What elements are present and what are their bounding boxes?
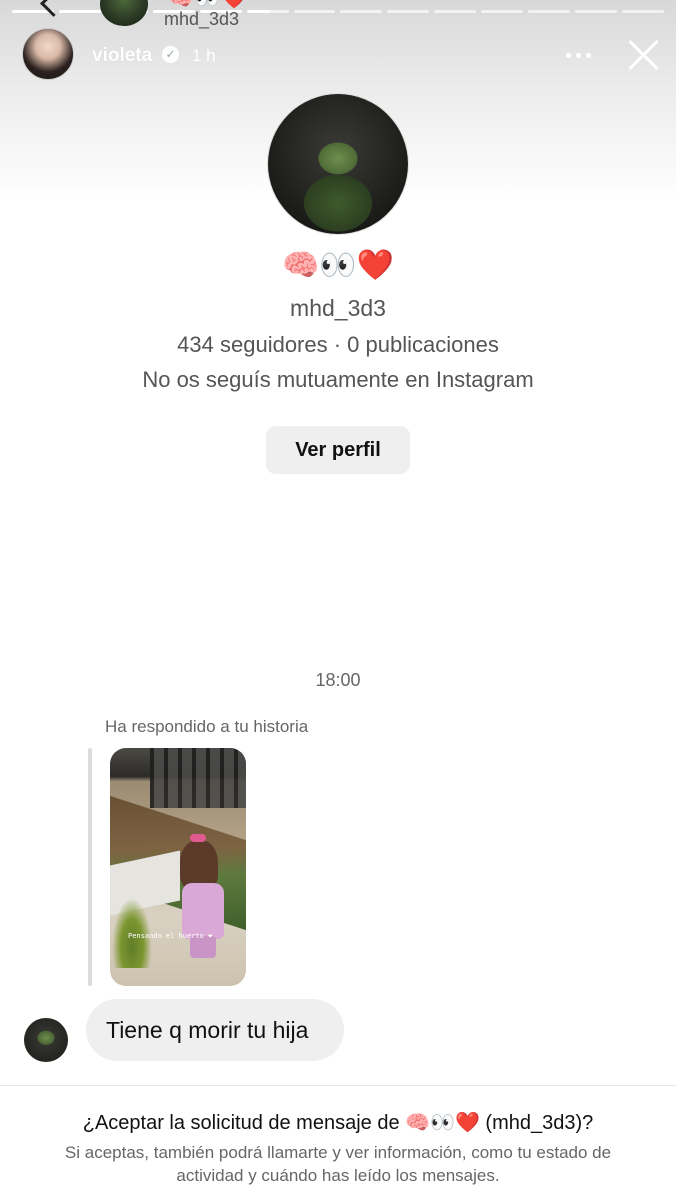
request-title-suffix: (mhd_3d3)? (479, 1112, 594, 1134)
verified-badge-icon: ✓ (162, 46, 179, 63)
more-horizontal-icon[interactable] (566, 45, 596, 65)
request-title-emoji: 🧠👀❤️ (405, 1110, 480, 1134)
close-icon[interactable] (626, 38, 660, 72)
sender-avatar[interactable] (24, 1018, 68, 1062)
reply-quote-bar (88, 748, 92, 986)
view-profile-button[interactable]: Ver perfil (266, 426, 410, 474)
story-owner-name[interactable]: violeta (92, 45, 152, 67)
profile-display-name: 🧠👀❤️ (281, 248, 395, 283)
thumb-caption: Pensando el huerto ❤ (128, 932, 213, 940)
profile-picture[interactable] (268, 94, 408, 234)
thumb-fence (150, 748, 246, 808)
story-owner-avatar[interactable] (22, 28, 74, 80)
profile-username: mhd_3d3 (290, 295, 386, 321)
request-title-prefix: ¿Aceptar la solicitud de mensaje de (82, 1112, 406, 1134)
profile-stats: 434 seguidores · 0 publicaciones (177, 332, 499, 357)
mutual-follow-note: No os seguís mutuamente en Instagram (142, 367, 534, 392)
story-time-ago: 1 h (192, 46, 216, 65)
thumb-child-body (182, 883, 224, 939)
story-reply-caption: Ha respondido a tu historia (105, 717, 309, 736)
message-timestamp: 18:00 (315, 670, 361, 690)
peek-username: mhd_3d3 (164, 9, 240, 29)
thumb-child-bow (190, 834, 206, 842)
message-text: Tiene q morir tu hija (106, 1016, 309, 1043)
request-title: ¿Aceptar la solicitud de mensaje de 🧠👀❤️… (0, 1110, 676, 1135)
story-reply-thumbnail[interactable]: Pensando el huerto ❤ (110, 748, 246, 986)
request-description: Si aceptas, también podrá llamarte y ver… (64, 1143, 612, 1185)
message-bubble[interactable]: Tiene q morir tu hija (86, 999, 344, 1061)
